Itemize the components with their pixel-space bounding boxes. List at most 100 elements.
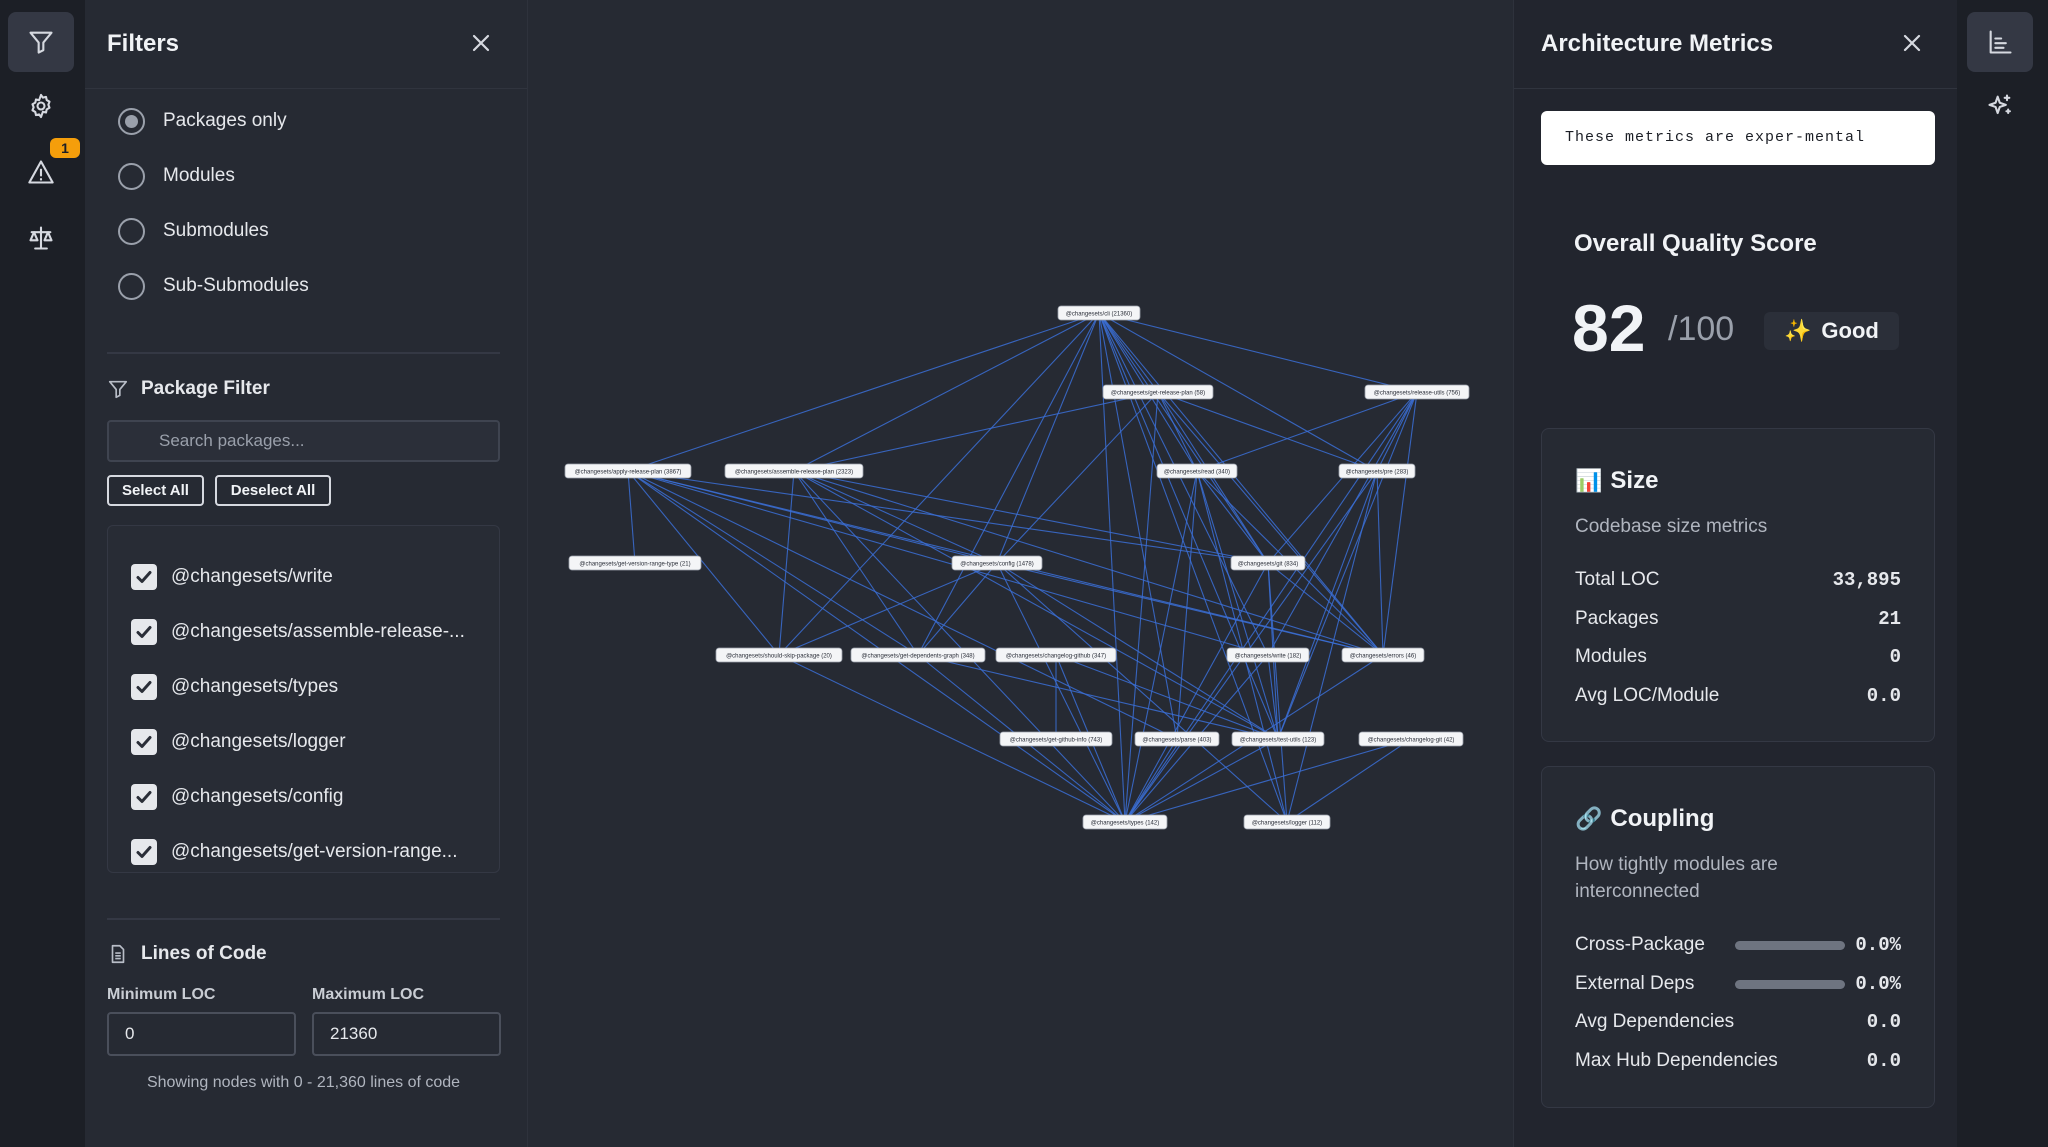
progress-bar <box>1735 979 1846 989</box>
dependency-edge <box>778 562 998 656</box>
graph-node-cli[interactable]: @changesets/cli (21360) <box>1057 305 1141 321</box>
graph-node-prs[interactable]: @changesets/parse (403) <box>1134 731 1220 747</box>
package-label: @changesets/get-version-range... <box>171 841 458 862</box>
loc-range-note: Showing nodes with 0 - 21,360 lines of c… <box>146 1074 461 1091</box>
filter-icon <box>108 380 128 399</box>
graph-node-label: @changesets/should-skip-package (20) <box>726 654 832 660</box>
metrics-panel-button[interactable] <box>1967 12 2033 72</box>
filter-panel-button[interactable] <box>8 12 74 72</box>
dependency-edge <box>793 470 1279 740</box>
dependency-graph-canvas[interactable]: @changesets/cli (21360) @changesets/get-r… <box>528 0 1513 1147</box>
graph-node-asm[interactable]: @changesets/assemble-release-plan (2323) <box>724 463 864 479</box>
dependency-edge <box>1055 654 1279 740</box>
graph-node-arp[interactable]: @changesets/apply-release-plan (3867) <box>564 463 692 479</box>
graph-node-ru[interactable]: @changesets/release-utils (756) <box>1364 384 1470 400</box>
max-loc-input[interactable]: 21360 <box>312 1012 501 1056</box>
graph-node-gvr[interactable]: @changesets/get-version-range-type (21) <box>568 555 702 571</box>
sparkle-icon: ✨ <box>1784 318 1812 343</box>
level-option-label: Packages only <box>163 110 287 131</box>
package-checkbox[interactable] <box>131 564 157 590</box>
select-all-button[interactable]: Select All <box>107 475 204 506</box>
package-item[interactable]: @changesets/config <box>131 782 343 812</box>
graph-node-label: @changesets/get-github-info (743) <box>1010 738 1102 744</box>
package-checkbox[interactable] <box>131 729 157 755</box>
dependency-edge <box>1286 470 1378 823</box>
package-label: @changesets/logger <box>171 731 346 752</box>
graph-node-gdg[interactable]: @changesets/get-dependents-graph (348) <box>850 647 986 663</box>
graph-node-ssp[interactable]: @changesets/should-skip-package (20) <box>715 647 843 663</box>
level-option-label: Sub-Submodules <box>163 275 309 296</box>
graph-node-ghi[interactable]: @changesets/get-github-info (743) <box>999 731 1113 747</box>
size-title-text: Size <box>1610 467 1659 494</box>
dependency-edge <box>1098 312 1159 393</box>
deselect-all-button[interactable]: Deselect All <box>215 475 331 506</box>
graph-node-cfg[interactable]: @changesets/config (1478) <box>951 555 1043 571</box>
dependency-edge <box>1124 738 1412 823</box>
graph-node-err[interactable]: @changesets/errors (46) <box>1341 647 1425 663</box>
ai-insights-button[interactable] <box>1967 76 2033 136</box>
metric-label: Avg LOC/Module <box>1575 685 1720 706</box>
level-option-modules[interactable]: Modules <box>118 161 235 191</box>
metric-row: Avg Dependencies 0.0 <box>1575 1008 1901 1036</box>
package-item[interactable]: @changesets/assemble-release-... <box>131 617 465 647</box>
graph-node-label: @changesets/test-utils (123) <box>1240 738 1316 744</box>
coupling-title-text: Coupling <box>1610 805 1715 832</box>
radio-button-checked[interactable] <box>118 107 145 135</box>
metric-row: Modules 0 <box>1575 643 1901 671</box>
warning-count-badge: 1 <box>50 138 80 158</box>
level-option-packages[interactable]: Packages only <box>118 106 287 136</box>
coupling-card-title: 🔗 Coupling <box>1575 805 1714 833</box>
graph-node-tu[interactable]: @changesets/test-utils (123) <box>1231 731 1325 747</box>
graph-node-label: @changesets/assemble-release-plan (2323) <box>735 470 853 476</box>
filter-icon <box>29 31 53 54</box>
graph-node-label: @changesets/git (834) <box>1238 562 1298 568</box>
settings-button[interactable] <box>8 76 74 136</box>
filters-panel: Filters Packages only Modules Submodules… <box>85 0 528 1147</box>
dependency-graph[interactable]: @changesets/cli (21360) @changesets/get-r… <box>528 0 1513 1147</box>
graph-node-log[interactable]: @changesets/logger (112) <box>1243 814 1331 830</box>
graph-node-wr[interactable]: @changesets/write (182) <box>1226 647 1310 663</box>
graph-node-label: @changesets/logger (112) <box>1252 821 1322 827</box>
check-icon <box>136 736 152 748</box>
graph-node-pre[interactable]: @changesets/pre (283) <box>1338 463 1416 479</box>
package-item[interactable]: @changesets/logger <box>131 727 346 757</box>
max-loc-label: Maximum LOC <box>312 986 425 1003</box>
package-label: @changesets/types <box>171 676 339 697</box>
package-checkbox[interactable] <box>131 619 157 645</box>
metric-label: Max Hub Dependencies <box>1575 1050 1778 1071</box>
package-item[interactable]: @changesets/get-version-range... <box>131 837 458 867</box>
check-icon <box>136 626 152 638</box>
radio-button[interactable] <box>118 162 145 190</box>
package-item[interactable]: @changesets/write <box>131 562 333 592</box>
graph-node-grp[interactable]: @changesets/get-release-plan (58) <box>1102 384 1214 400</box>
package-checkbox[interactable] <box>131 784 157 810</box>
graph-node-cgit[interactable]: @changesets/changelog-git (42) <box>1358 731 1464 747</box>
filters-title: Filters <box>107 30 180 57</box>
close-metrics-button[interactable] <box>1899 30 1925 56</box>
package-checkbox[interactable] <box>131 674 157 700</box>
balance-button[interactable] <box>8 208 74 268</box>
gear-icon <box>31 93 51 119</box>
radio-button[interactable] <box>118 217 145 245</box>
graph-node-typ[interactable]: @changesets/types (142) <box>1082 814 1168 830</box>
package-item[interactable]: @changesets/types <box>131 672 338 702</box>
dependency-edge <box>1376 470 1384 656</box>
metric-label: Total LOC <box>1575 569 1660 590</box>
graph-node-cgh[interactable]: @changesets/changelog-github (347) <box>995 647 1117 663</box>
level-option-submodules[interactable]: Submodules <box>118 216 269 246</box>
package-checkbox[interactable] <box>131 839 157 865</box>
graph-node-git[interactable]: @changesets/git (834) <box>1230 555 1306 571</box>
package-label: @changesets/assemble-release-... <box>171 621 465 642</box>
graph-node-label: @changesets/get-dependents-graph (348) <box>861 654 974 660</box>
coupling-card: 🔗 Coupling How tightly modules are inter… <box>1541 766 1935 1108</box>
right-icon-rail <box>1957 0 2048 1147</box>
min-loc-input[interactable]: 0 <box>107 1012 296 1056</box>
radio-button[interactable] <box>118 272 145 300</box>
level-option-sub-submodules[interactable]: Sub-Submodules <box>118 271 309 301</box>
search-packages-input[interactable] <box>107 420 500 462</box>
graph-node-read[interactable]: @changesets/read (340) <box>1156 463 1238 479</box>
dependency-edge <box>1196 470 1269 564</box>
metrics-title: Architecture Metrics <box>1541 30 1774 57</box>
check-icon <box>136 681 152 693</box>
close-filters-button[interactable] <box>468 30 494 56</box>
